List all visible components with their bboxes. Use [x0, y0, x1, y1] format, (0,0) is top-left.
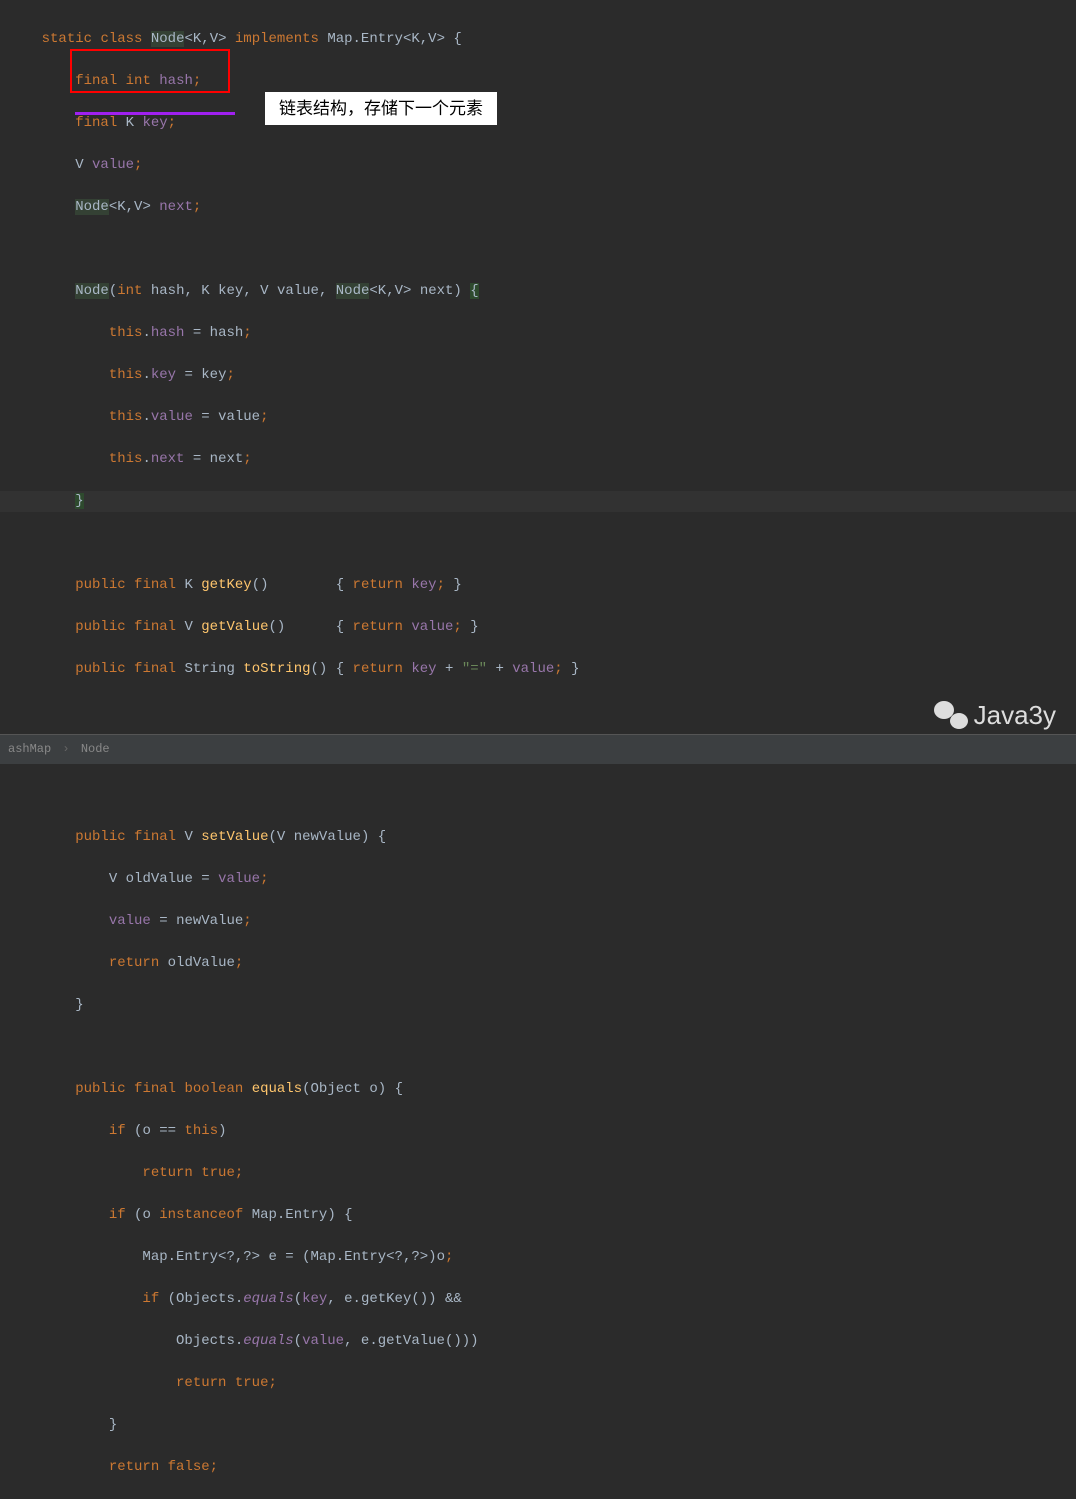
- code-line: Node(int hash, K key, V value, Node<K,V>…: [0, 281, 1076, 302]
- code-line: Node<K,V> next;: [0, 197, 1076, 218]
- code-line: return true;: [0, 1163, 1076, 1184]
- breadcrumb-item[interactable]: ashMap: [8, 742, 51, 756]
- code-line: if (o == this): [0, 1121, 1076, 1142]
- code-line: [0, 533, 1076, 554]
- breadcrumb-item[interactable]: Node: [81, 742, 110, 756]
- code-line: this.next = next;: [0, 449, 1076, 470]
- code-line: V value;: [0, 155, 1076, 176]
- code-line: Objects.equals(value, e.getValue())): [0, 1331, 1076, 1352]
- code-line: public final boolean equals(Object o) {: [0, 1079, 1076, 1100]
- code-line: }: [0, 491, 1076, 512]
- code-line: this.key = key;: [0, 365, 1076, 386]
- code-line: V oldValue = value;: [0, 869, 1076, 890]
- code-line: [0, 239, 1076, 260]
- code-line: this.value = value;: [0, 407, 1076, 428]
- watermark: Java3y: [934, 701, 1056, 729]
- code-line: }: [0, 1415, 1076, 1436]
- wechat-icon: [934, 701, 968, 729]
- code-line: [0, 785, 1076, 806]
- code-line: [0, 701, 1076, 722]
- code-line: return false;: [0, 1457, 1076, 1478]
- annotation-label: 链表结构，存储下一个元素: [265, 92, 497, 125]
- code-line: if (Objects.equals(key, e.getKey()) &&: [0, 1289, 1076, 1310]
- code-line: if (o instanceof Map.Entry) {: [0, 1205, 1076, 1226]
- breadcrumb-separator: ›: [62, 742, 69, 756]
- code-line: }: [0, 995, 1076, 1016]
- code-line: this.hash = hash;: [0, 323, 1076, 344]
- code-line: [0, 1037, 1076, 1058]
- code-line: return oldValue;: [0, 953, 1076, 974]
- code-line: public final String toString() { return …: [0, 659, 1076, 680]
- code-line: final K key;: [0, 113, 1076, 134]
- code-line: public final K getKey() { return key; }: [0, 575, 1076, 596]
- breadcrumb-bar[interactable]: ashMap › Node: [0, 734, 1076, 764]
- code-line: static class Node<K,V> implements Map.En…: [0, 29, 1076, 50]
- code-line: public final V getValue() { return value…: [0, 617, 1076, 638]
- code-line: public final V setValue(V newValue) {: [0, 827, 1076, 848]
- code-line: final int hash;: [0, 71, 1076, 92]
- code-line: Map.Entry<?,?> e = (Map.Entry<?,?>)o;: [0, 1247, 1076, 1268]
- watermark-text: Java3y: [974, 705, 1056, 726]
- code-line: return true;: [0, 1373, 1076, 1394]
- code-line: value = newValue;: [0, 911, 1076, 932]
